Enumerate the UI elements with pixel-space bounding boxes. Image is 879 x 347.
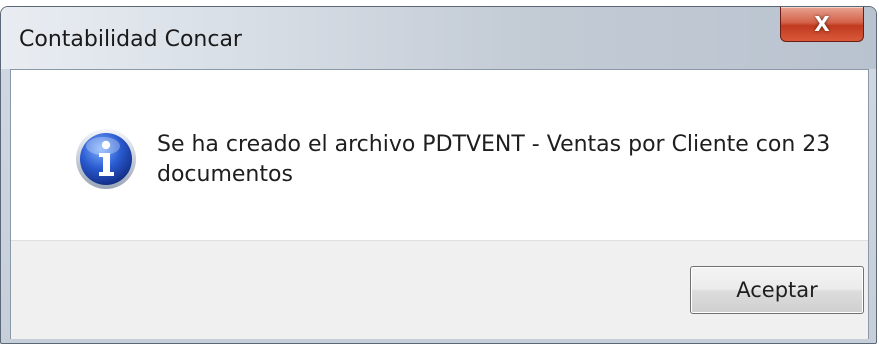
title-bar[interactable]: Contabilidad Concar X: [1, 7, 876, 69]
message-area: Se ha creado el archivo PDTVENT - Ventas…: [11, 70, 868, 240]
information-icon: [76, 129, 136, 189]
message-text: Se ha creado el archivo PDTVENT - Ventas…: [157, 132, 831, 187]
window-title: Contabilidad Concar: [19, 27, 242, 52]
accept-button[interactable]: Aceptar: [690, 266, 864, 314]
button-bar: Aceptar: [11, 240, 868, 339]
close-button[interactable]: X: [780, 7, 864, 42]
dialog-body: Se ha creado el archivo PDTVENT - Ventas…: [10, 69, 869, 339]
message-dialog: Contabilidad Concar X Se ha creado el ar…: [0, 6, 877, 344]
close-icon: X: [814, 12, 830, 36]
